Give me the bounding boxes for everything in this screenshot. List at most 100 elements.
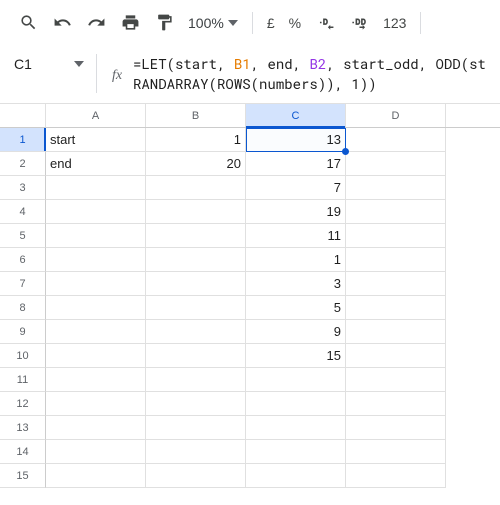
column-header-C[interactable]: C [246, 104, 346, 127]
cell-D2[interactable] [346, 152, 446, 176]
cell-D3[interactable] [346, 176, 446, 200]
formula-bar[interactable]: fx =LET(start, B1, end, B2, start_odd, O… [97, 52, 500, 94]
cell-C15[interactable] [246, 464, 346, 488]
cell-A13[interactable] [46, 416, 146, 440]
name-formula-bar: C1 fx =LET(start, B1, end, B2, start_odd… [0, 46, 500, 104]
cell-B12[interactable] [146, 392, 246, 416]
decrease-decimal-icon[interactable] [309, 7, 341, 39]
cell-A15[interactable] [46, 464, 146, 488]
percent-format-button[interactable]: % [283, 15, 307, 31]
undo-icon[interactable] [46, 7, 78, 39]
cell-B6[interactable] [146, 248, 246, 272]
cell-B2[interactable]: 20 [146, 152, 246, 176]
cell-C5[interactable]: 11 [246, 224, 346, 248]
cell-D10[interactable] [346, 344, 446, 368]
print-icon[interactable] [114, 7, 146, 39]
cell-B8[interactable] [146, 296, 246, 320]
redo-icon[interactable] [80, 7, 112, 39]
row-header-9[interactable]: 9 [0, 320, 46, 344]
cell-B15[interactable] [146, 464, 246, 488]
cell-D6[interactable] [346, 248, 446, 272]
cell-C2[interactable]: 17 [246, 152, 346, 176]
cell-C4[interactable]: 19 [246, 200, 346, 224]
cell-A11[interactable] [46, 368, 146, 392]
cell-C1[interactable]: 13 [246, 128, 346, 152]
cell-D8[interactable] [346, 296, 446, 320]
cell-B14[interactable] [146, 440, 246, 464]
cell-D9[interactable] [346, 320, 446, 344]
row-header-6[interactable]: 6 [0, 248, 46, 272]
cell-A4[interactable] [46, 200, 146, 224]
cell-B11[interactable] [146, 368, 246, 392]
cell-A7[interactable] [46, 272, 146, 296]
cell-A2[interactable]: end [46, 152, 146, 176]
cell-A14[interactable] [46, 440, 146, 464]
column-header-D[interactable]: D [346, 104, 446, 127]
cell-A9[interactable] [46, 320, 146, 344]
cell-B7[interactable] [146, 272, 246, 296]
currency-format-button[interactable]: £ [261, 15, 281, 31]
cell-A8[interactable] [46, 296, 146, 320]
cell-D15[interactable] [346, 464, 446, 488]
cell-A3[interactable] [46, 176, 146, 200]
cell-D14[interactable] [346, 440, 446, 464]
zoom-value: 100% [188, 15, 224, 31]
cell-D13[interactable] [346, 416, 446, 440]
cell-B1[interactable]: 1 [146, 128, 246, 152]
grid[interactable]: ABCD 1start1132end2017374195116173859910… [0, 104, 500, 488]
cell-C11[interactable] [246, 368, 346, 392]
cell-A6[interactable] [46, 248, 146, 272]
zoom-dropdown[interactable]: 100% [182, 7, 244, 39]
name-box[interactable]: C1 [0, 52, 96, 76]
increase-decimal-icon[interactable] [343, 7, 375, 39]
cell-B9[interactable] [146, 320, 246, 344]
cell-A10[interactable] [46, 344, 146, 368]
row-header-14[interactable]: 14 [0, 440, 46, 464]
row-header-11[interactable]: 11 [0, 368, 46, 392]
cell-B5[interactable] [146, 224, 246, 248]
row: 1start113 [0, 128, 500, 152]
row-header-12[interactable]: 12 [0, 392, 46, 416]
chevron-down-icon[interactable] [74, 56, 84, 72]
cell-C12[interactable] [246, 392, 346, 416]
paint-format-icon[interactable] [148, 7, 180, 39]
row-header-13[interactable]: 13 [0, 416, 46, 440]
row-header-4[interactable]: 4 [0, 200, 46, 224]
cell-D4[interactable] [346, 200, 446, 224]
row-header-8[interactable]: 8 [0, 296, 46, 320]
cell-C6[interactable]: 1 [246, 248, 346, 272]
row-header-1[interactable]: 1 [0, 128, 46, 152]
row-header-3[interactable]: 3 [0, 176, 46, 200]
cell-B3[interactable] [146, 176, 246, 200]
cell-A1[interactable]: start [46, 128, 146, 152]
cell-C9[interactable]: 9 [246, 320, 346, 344]
cell-B10[interactable] [146, 344, 246, 368]
row: 2end2017 [0, 152, 500, 176]
row-header-2[interactable]: 2 [0, 152, 46, 176]
cell-D5[interactable] [346, 224, 446, 248]
column-header-B[interactable]: B [146, 104, 246, 127]
cell-B13[interactable] [146, 416, 246, 440]
row-header-7[interactable]: 7 [0, 272, 46, 296]
row-header-5[interactable]: 5 [0, 224, 46, 248]
cell-D12[interactable] [346, 392, 446, 416]
row-header-10[interactable]: 10 [0, 344, 46, 368]
more-formats-button[interactable]: 123 [377, 15, 412, 31]
cell-C14[interactable] [246, 440, 346, 464]
row-header-15[interactable]: 15 [0, 464, 46, 488]
row: 61 [0, 248, 500, 272]
cell-C8[interactable]: 5 [246, 296, 346, 320]
cell-A5[interactable] [46, 224, 146, 248]
search-icon[interactable] [12, 7, 44, 39]
cell-A12[interactable] [46, 392, 146, 416]
cell-B4[interactable] [146, 200, 246, 224]
cell-D7[interactable] [346, 272, 446, 296]
cell-C13[interactable] [246, 416, 346, 440]
column-header-A[interactable]: A [46, 104, 146, 127]
cell-C7[interactable]: 3 [246, 272, 346, 296]
cell-D1[interactable] [346, 128, 446, 152]
cell-D11[interactable] [346, 368, 446, 392]
cell-C10[interactable]: 15 [246, 344, 346, 368]
select-all-corner[interactable] [0, 104, 46, 128]
cell-C3[interactable]: 7 [246, 176, 346, 200]
